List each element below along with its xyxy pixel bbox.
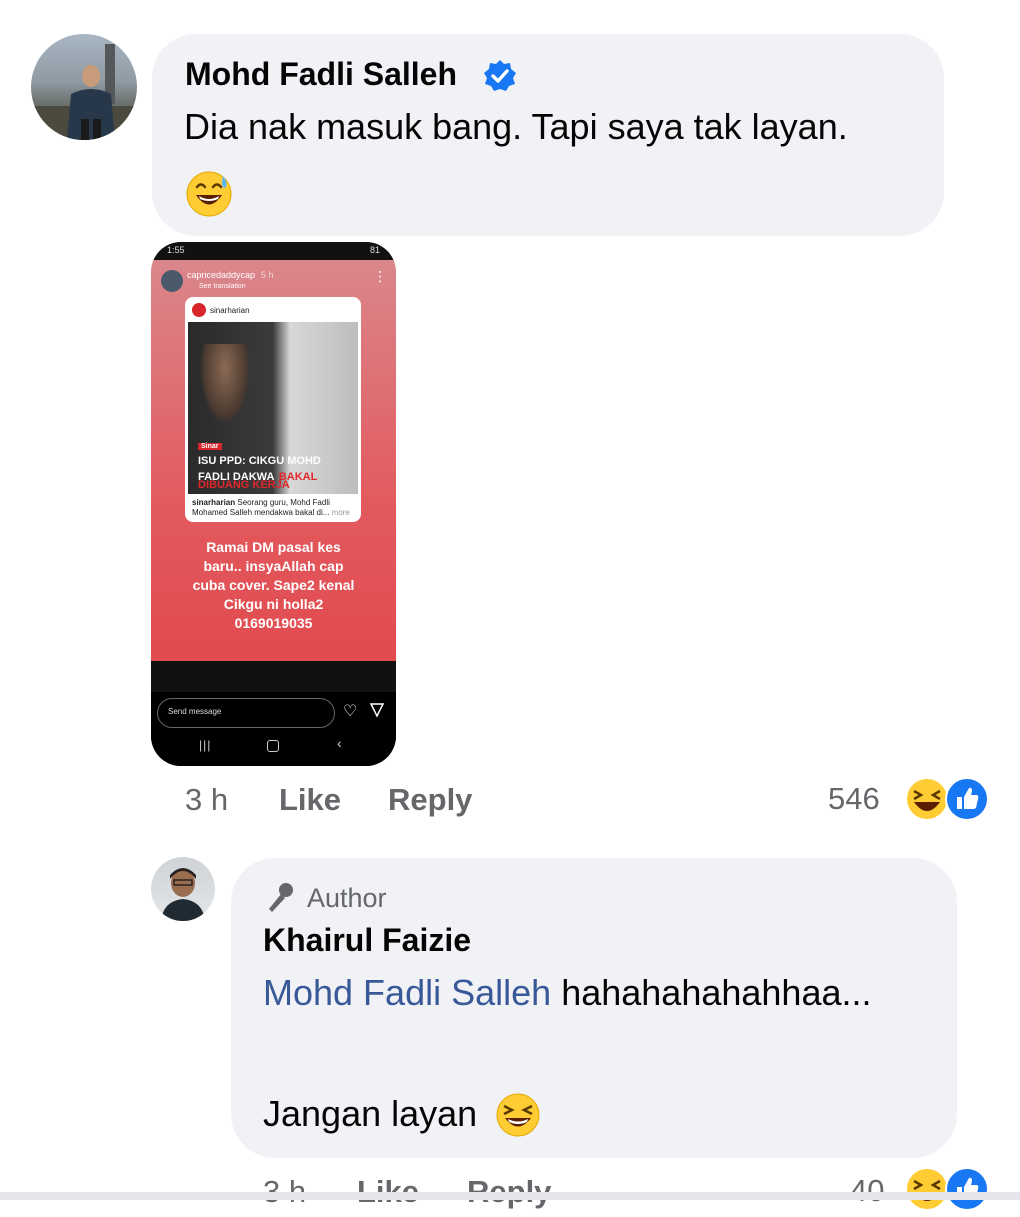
comment1-reply-button[interactable]: Reply xyxy=(388,782,472,818)
post-caption: sinarharian Seorang guru, Mohd Fadli Moh… xyxy=(192,498,350,517)
story-user-avatar xyxy=(161,270,183,292)
comment2-text-line2: Jangan layan xyxy=(263,1093,478,1134)
grinning-sweat-emoji-icon xyxy=(185,170,233,223)
post-image: Sinar ISU PPD: CIKGU MOHD FADLI DAKWA BA… xyxy=(188,322,358,494)
heart-icon[interactable]: ♡ xyxy=(343,701,357,721)
comment1-time[interactable]: 3 h xyxy=(185,782,228,818)
like-reaction-icon xyxy=(944,776,990,827)
send-message-input[interactable]: Send message xyxy=(157,698,335,728)
post-headline-line1: ISU PPD: CIKGU MOHD xyxy=(198,455,321,467)
attached-story-screenshot[interactable]: 1:55 81 capricedaddycap 5 h See translat… xyxy=(151,242,396,766)
shared-post-card[interactable]: sinarharian Sinar ISU PPD: CIKGU MOHD FA… xyxy=(185,297,361,522)
story-age: 5 h xyxy=(261,270,274,280)
story-username: capricedaddycap xyxy=(187,270,256,280)
send-icon[interactable] xyxy=(369,702,385,723)
story-more-icon[interactable]: ⋮ xyxy=(373,268,387,285)
comment2-author-name[interactable]: Khairul Faizie xyxy=(263,922,471,959)
nav-recents-icon[interactable]: ||| xyxy=(199,738,211,752)
microphone-icon xyxy=(263,880,297,919)
comment-text: Dia nak masuk bang. Tapi saya tak layan. xyxy=(184,106,848,147)
nav-home-icon[interactable] xyxy=(267,740,279,752)
verified-badge-icon xyxy=(483,59,517,98)
avatar-mohd-fadli[interactable] xyxy=(31,34,137,140)
sinar-logo xyxy=(192,303,206,317)
comment2-text: hahahahahahhaa... xyxy=(561,972,872,1013)
comment-bubble-1: Mohd Fadli Salleh Dia nak masuk bang. Ta… xyxy=(152,34,944,236)
comment-author-name[interactable]: Mohd Fadli Salleh xyxy=(185,56,457,93)
comment2-text-line: Mohd Fadli Salleh hahahahahahhaa... xyxy=(263,972,872,1014)
avatar-khairul-faizie[interactable] xyxy=(151,857,215,921)
post-account-name: sinarharian xyxy=(210,306,250,315)
author-badge-label: Author xyxy=(307,883,387,913)
story-caption: Ramai DM pasal kes baru.. insyaAllah cap… xyxy=(192,539,355,631)
laughing-squint-emoji-icon xyxy=(495,1092,541,1143)
comment1-like-button[interactable]: Like xyxy=(279,782,341,818)
nav-back-icon[interactable]: ‹ xyxy=(337,735,342,751)
post-headline-red2: DIBUANG KERJA xyxy=(198,479,290,491)
comment-bubble-2: Author Khairul Faizie Mohd Fadli Salleh … xyxy=(231,858,957,1158)
see-translation-link[interactable]: See translation xyxy=(199,283,246,290)
phone-status-bar: 1:55 81 xyxy=(151,242,396,260)
comment2-reaction-count[interactable]: 40 xyxy=(850,1173,884,1209)
phone-bottom-bar: Send message ♡ ||| ‹ xyxy=(151,692,396,766)
brand-tag: Sinar xyxy=(198,443,222,450)
comment1-reaction-count[interactable]: 546 xyxy=(828,781,880,817)
mention-link[interactable]: Mohd Fadli Salleh xyxy=(263,972,551,1013)
bottom-edge xyxy=(0,1192,1020,1200)
